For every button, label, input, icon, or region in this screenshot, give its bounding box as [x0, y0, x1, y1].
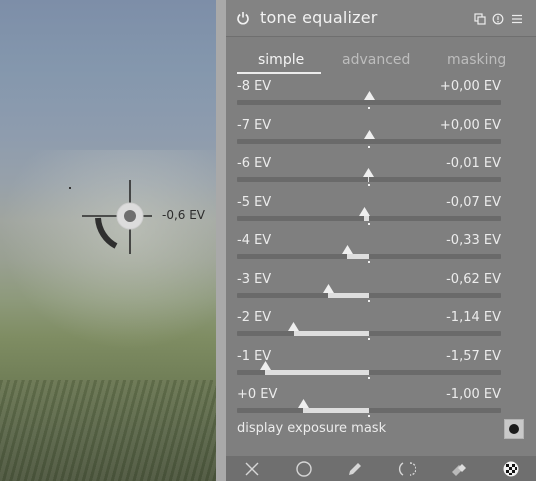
ev-slider-row[interactable]: -4 EV -0,33 EV: [226, 233, 536, 271]
slider-fill: [368, 177, 369, 182]
zero-marker: [368, 299, 370, 302]
ev-band-label: -4 EV: [237, 233, 272, 248]
ev-slider-row[interactable]: -3 EV -0,62 EV: [226, 272, 536, 310]
zero-marker: [368, 376, 370, 379]
checker-icon[interactable]: [502, 460, 520, 478]
ev-band-label: +0 EV: [237, 387, 278, 402]
ev-value[interactable]: -1,00 EV: [446, 387, 501, 402]
slider-fill: [303, 408, 369, 413]
ev-value[interactable]: -0,62 EV: [446, 272, 501, 287]
ev-slider-row[interactable]: -8 EV +0,00 EV: [226, 79, 536, 117]
zero-marker: [368, 261, 370, 263]
hillside-area: [0, 380, 216, 481]
close-icon[interactable]: [243, 460, 261, 478]
ev-value[interactable]: -0,07 EV: [446, 195, 501, 210]
zero-marker: [368, 145, 370, 148]
module-title: tone equalizer: [260, 8, 378, 27]
slider-track[interactable]: [237, 138, 501, 144]
slider-thumb-icon[interactable]: [259, 360, 271, 370]
zero-marker: [368, 415, 370, 417]
slider-thumb-icon[interactable]: [297, 399, 309, 408]
zero-marker: [368, 184, 370, 186]
tab-simple[interactable]: simple: [258, 52, 304, 68]
panel-divider[interactable]: [216, 0, 226, 481]
tab-masking[interactable]: masking: [447, 52, 506, 68]
ev-slider-row[interactable]: -6 EV -0,01 EV: [226, 156, 536, 194]
module-header[interactable]: tone equalizer: [226, 0, 536, 37]
slider-thumb-icon[interactable]: [341, 245, 353, 254]
display-exposure-mask-label: display exposure mask: [237, 421, 387, 436]
ev-band-label: -2 EV: [237, 310, 272, 325]
zero-marker: [368, 222, 370, 225]
ev-slider-row[interactable]: -2 EV -1,14 EV: [226, 310, 536, 348]
bird-speck: [69, 187, 71, 189]
power-icon[interactable]: [236, 11, 250, 25]
slider-track[interactable]: [237, 254, 501, 259]
reset-icon[interactable]: [492, 13, 504, 25]
mask-icon[interactable]: [398, 460, 416, 478]
slider-thumb-icon[interactable]: [362, 168, 374, 177]
slider-fill: [265, 369, 369, 375]
ev-slider-row[interactable]: -5 EV -0,07 EV: [226, 195, 536, 233]
ev-slider-row[interactable]: -7 EV +0,00 EV: [226, 118, 536, 156]
ev-band-label: -7 EV: [237, 117, 272, 133]
display-exposure-mask-toggle[interactable]: [504, 419, 524, 439]
slider-track[interactable]: [237, 408, 501, 413]
module-tabs: simple advanced masking: [226, 48, 536, 76]
slider-track[interactable]: [237, 215, 501, 221]
ev-value[interactable]: +0,00 EV: [440, 79, 501, 94]
pencil-icon[interactable]: [346, 460, 364, 478]
tone-equalizer-module: tone equalizer simple advanced masking -…: [226, 0, 536, 481]
active-tab-indicator: [237, 72, 321, 74]
slider-fill: [347, 254, 369, 259]
ev-band-label: -6 EV: [237, 156, 272, 171]
zero-marker: [368, 338, 370, 340]
ev-value[interactable]: +0,00 EV: [440, 118, 501, 133]
slider-track[interactable]: [237, 292, 501, 298]
zero-marker: [368, 107, 370, 109]
slider-thumb-icon[interactable]: [322, 283, 334, 293]
slider-thumb-icon[interactable]: [363, 91, 375, 100]
slider-thumb-icon[interactable]: [288, 322, 300, 331]
presets-icon[interactable]: [474, 13, 486, 25]
slider-track[interactable]: [237, 177, 501, 182]
slider-track[interactable]: [237, 100, 501, 105]
menu-icon[interactable]: [511, 13, 523, 25]
ev-band-label: -3 EV: [237, 271, 272, 287]
slider-fill: [364, 215, 369, 221]
ev-value[interactable]: -0,01 EV: [446, 156, 501, 171]
tab-advanced[interactable]: advanced: [342, 52, 410, 68]
slider-fill: [293, 331, 369, 336]
circle-icon[interactable]: [295, 460, 313, 478]
ev-value[interactable]: -0,33 EV: [446, 233, 501, 248]
slider-thumb-icon[interactable]: [358, 206, 370, 216]
cursor-exposure-readout: -0,6 EV: [162, 208, 206, 222]
ev-band-label: -5 EV: [237, 194, 272, 210]
bottom-toolbar: [226, 456, 536, 481]
ev-slider-row[interactable]: +0 EV -1,00 EV: [226, 387, 536, 425]
mask-toggle-indicator: [509, 424, 519, 434]
slider-track[interactable]: [237, 331, 501, 336]
slider-fill: [328, 292, 369, 298]
image-preview[interactable]: -0,6 EV: [0, 0, 216, 481]
ev-band-label: -8 EV: [237, 79, 272, 94]
blend-icon[interactable]: [450, 460, 468, 478]
ev-value[interactable]: -1,57 EV: [446, 349, 501, 364]
ev-slider-row[interactable]: -1 EV -1,57 EV: [226, 349, 536, 387]
ev-value[interactable]: -1,14 EV: [446, 310, 501, 325]
slider-thumb-icon[interactable]: [363, 129, 375, 139]
